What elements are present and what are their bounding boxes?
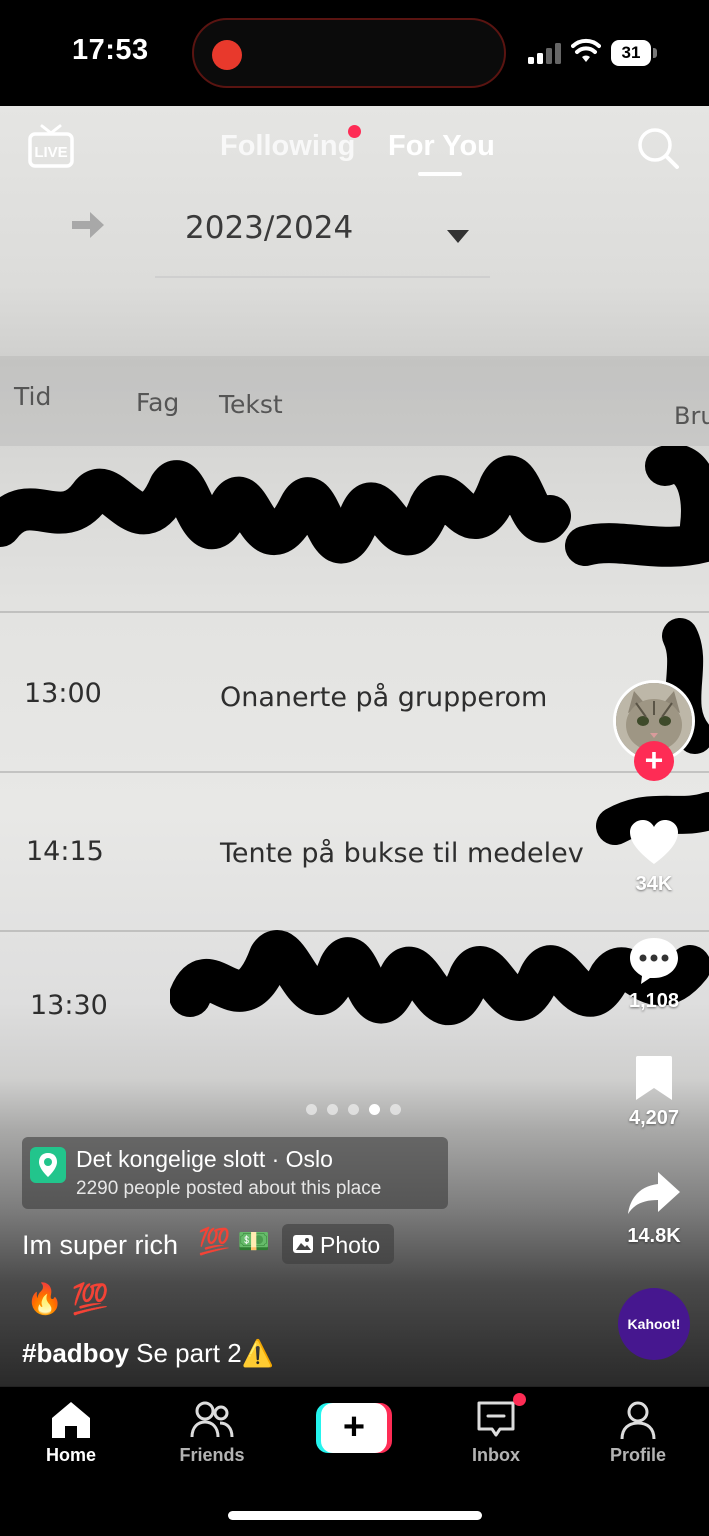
location-subtitle: 2290 people posted about this place: [76, 1178, 382, 1199]
inbox-icon: [477, 1401, 515, 1437]
nav-inbox-label: Inbox: [472, 1445, 520, 1465]
status-time: 17:53: [72, 34, 149, 66]
top-nav: LIVE Following For You: [0, 106, 709, 196]
carousel-dot: [327, 1104, 338, 1115]
year-selector-value: 2023/2024: [185, 210, 354, 246]
bookmark-count: 4,207: [628, 1107, 680, 1129]
column-header-bru: Bru: [674, 402, 709, 430]
tab-for-you[interactable]: For You: [388, 130, 495, 163]
home-indicator[interactable]: [228, 1511, 482, 1520]
image-icon: [293, 1235, 313, 1253]
photo-chip-label: Photo: [320, 1232, 381, 1258]
location-name: Det kongelige slott · Oslo: [76, 1146, 333, 1172]
bookmark-icon[interactable]: [634, 1054, 674, 1102]
hashtag-link[interactable]: #badboy: [22, 1338, 129, 1368]
friends-icon: [190, 1401, 234, 1438]
nav-home-label: Home: [45, 1445, 96, 1465]
battery-icon: 31: [611, 40, 657, 66]
notification-dot: [348, 125, 361, 138]
caption-emoji: 💯 💵: [198, 1226, 270, 1256]
carousel-dot: [306, 1104, 317, 1115]
nav-profile[interactable]: Profile: [583, 1399, 693, 1466]
table-row-time: 13:30: [30, 990, 108, 1021]
heart-icon[interactable]: [628, 818, 680, 866]
table-row-time: 13:00: [24, 678, 102, 709]
tab-following[interactable]: Following: [220, 130, 355, 163]
carousel-dot-active: [369, 1104, 380, 1115]
dropdown-caret-icon: [447, 230, 469, 243]
caption-hashtag-line: #badboy Se part 2⚠️: [22, 1338, 274, 1369]
table-header-band: [0, 356, 709, 446]
create-button[interactable]: +: [316, 1403, 392, 1453]
status-bar: 17:53 31: [0, 0, 709, 106]
nav-friends-label: Friends: [179, 1445, 245, 1465]
share-count: 14.8K: [627, 1225, 681, 1247]
comment-count: 1,108: [628, 990, 680, 1012]
redaction-scribble: [0, 446, 709, 567]
like-count: 34K: [635, 873, 673, 895]
carousel-dot: [348, 1104, 359, 1115]
nav-inbox[interactable]: Inbox: [441, 1393, 551, 1466]
table-row-text: Onanerte på grupperom: [220, 682, 548, 713]
comment-icon[interactable]: [628, 936, 680, 986]
dynamic-island: [192, 18, 506, 88]
column-header-tekst: Tekst: [219, 390, 283, 419]
live-tv-icon[interactable]: LIVE: [28, 124, 74, 168]
share-icon[interactable]: [626, 1170, 682, 1218]
follow-plus-button[interactable]: +: [634, 741, 674, 781]
home-icon: [52, 1402, 90, 1438]
search-icon[interactable]: [636, 126, 680, 170]
cellular-signal-icon: [528, 43, 561, 64]
nav-profile-label: Profile: [609, 1445, 666, 1465]
arrow-right-icon: [72, 212, 104, 238]
music-disc-badge[interactable]: Kahoot!: [618, 1288, 690, 1360]
carousel-indicator: [306, 1104, 401, 1116]
caption-emoji-line: 🔥 💯: [26, 1283, 110, 1316]
recording-indicator-icon: [212, 40, 242, 70]
create-plus-icon: +: [321, 1403, 387, 1453]
battery-level: 31: [621, 43, 641, 62]
nav-home[interactable]: Home: [16, 1399, 126, 1466]
active-tab-indicator: [418, 172, 462, 176]
carousel-dot: [390, 1104, 401, 1115]
wifi-icon: [571, 38, 601, 62]
photo-mode-chip[interactable]: Photo: [282, 1224, 394, 1264]
profile-icon: [620, 1401, 656, 1440]
column-header-fag: Fag: [136, 388, 180, 417]
location-tag[interactable]: Det kongelige slott · Oslo 2290 people p…: [22, 1137, 448, 1209]
table-row-time: 14:15: [26, 836, 104, 867]
nav-friends[interactable]: Friends: [157, 1399, 267, 1466]
post-caption: Im super rich: [22, 1230, 179, 1260]
location-pin-icon: [30, 1147, 66, 1183]
notification-dot: [513, 1393, 526, 1406]
svg-text:LIVE: LIVE: [34, 144, 67, 161]
column-header-tid: Tid: [14, 382, 52, 411]
caption-text: Se part 2⚠️: [128, 1338, 275, 1368]
